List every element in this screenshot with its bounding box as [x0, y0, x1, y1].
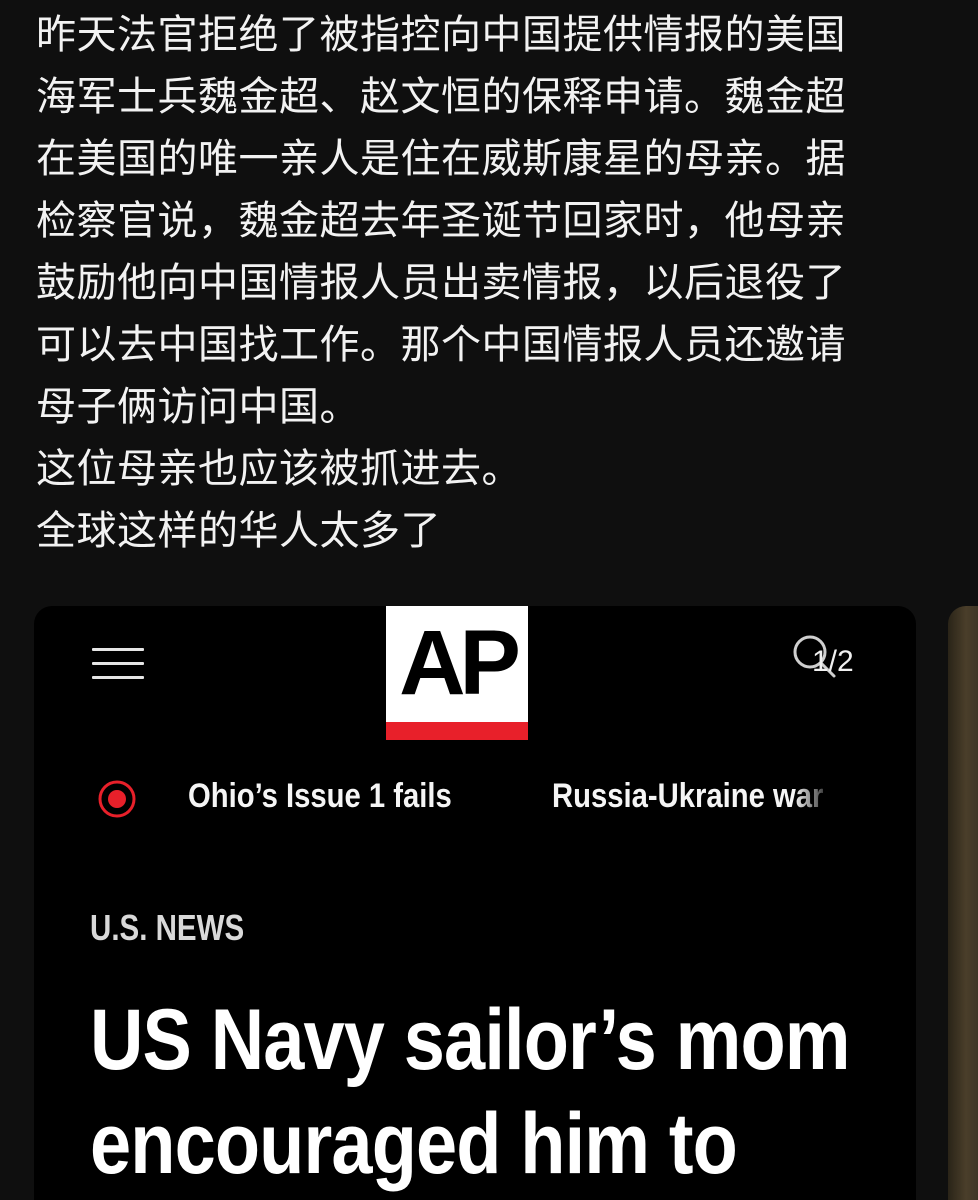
headline-line: encouraged him to — [90, 1096, 738, 1192]
section-label[interactable]: U.S. NEWS — [90, 906, 244, 950]
trending-fade — [794, 766, 916, 826]
post-line: 昨天法官拒绝了被指控向中国提供情报的美国 — [36, 12, 846, 58]
article-headline: US Navy sailor’s mom encouraged him to — [90, 988, 864, 1196]
post-line: 海军士兵魏金超、赵文恒的保释申请。魏金超 — [36, 74, 846, 120]
image-counter: 1/2 — [812, 645, 854, 678]
post-line: 检察官说，魏金超去年圣诞节回家时，他母亲 — [36, 198, 846, 244]
ap-logo: AP — [386, 606, 528, 740]
post-line: 可以去中国找工作。那个中国情报人员还邀请 — [36, 322, 846, 368]
live-indicator-icon — [98, 780, 136, 818]
post-line: 母子俩访问中国。 — [36, 384, 360, 430]
hamburger-menu-icon — [92, 644, 144, 684]
next-image-peek[interactable] — [948, 606, 978, 1200]
post-page: 昨天法官拒绝了被指控向中国提供情报的美国 海军士兵魏金超、赵文恒的保释申请。魏金… — [0, 0, 978, 1200]
post-text: 昨天法官拒绝了被指控向中国提供情报的美国 海军士兵魏金超、赵文恒的保释申请。魏金… — [36, 4, 946, 562]
post-line: 全球这样的华人太多了 — [36, 508, 441, 554]
trending-topic-russia-ukraine[interactable]: Russia-Ukraine war — [552, 774, 823, 818]
post-line: 在美国的唯一亲人是住在威斯康星的母亲。据 — [36, 136, 846, 182]
ap-logo-text: AP — [399, 612, 521, 714]
ap-logo-bar — [386, 722, 528, 740]
post-line: 这位母亲也应该被抓进去。 — [36, 446, 522, 492]
trending-topic-ohio[interactable]: Ohio’s Issue 1 fails — [188, 774, 452, 818]
headline-line: US Navy sailor’s mom — [90, 992, 851, 1088]
post-line: 鼓励他向中国情报人员出卖情报，以后退役了 — [36, 260, 846, 306]
attached-image[interactable]: AP 1/2 Ohio’s Issue 1 fails Russia-Ukrai… — [34, 606, 916, 1200]
